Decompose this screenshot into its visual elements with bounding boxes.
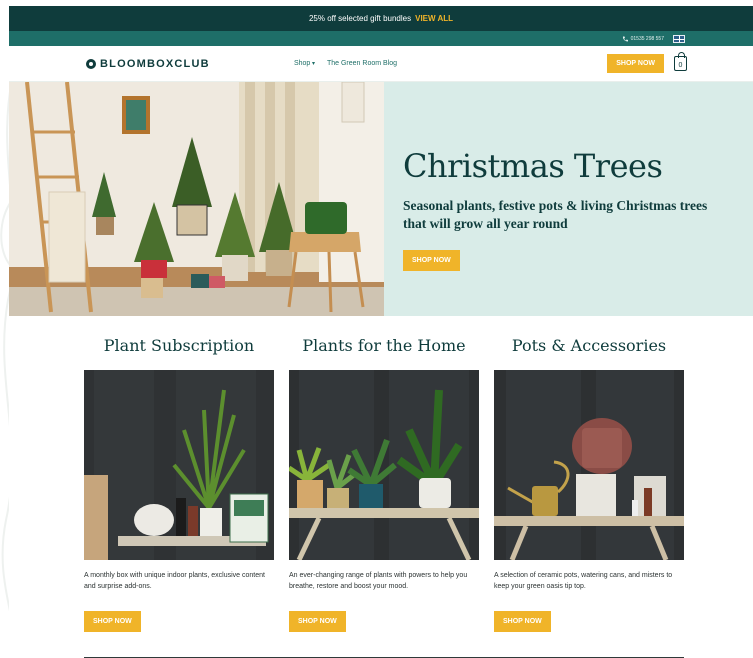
logo-mark-icon xyxy=(86,58,96,69)
uk-flag-icon[interactable] xyxy=(673,34,685,43)
category-description: An ever-changing range of plants with po… xyxy=(289,572,468,590)
phone-number[interactable]: 01535 298 557 xyxy=(622,36,664,42)
hero-content: Christmas Trees Seasonal plants, festive… xyxy=(403,147,723,272)
shopping-bag-icon[interactable]: 0 xyxy=(674,52,687,71)
view-all-link[interactable]: VIEW ALL xyxy=(415,14,453,23)
announcement-bar: 25% off selected gift bundles VIEW ALL xyxy=(9,6,753,31)
site-logo[interactable]: BLOOMBOXCLUB xyxy=(86,58,210,70)
plant-subscription-shop-now-button[interactable]: SHOP NOW xyxy=(84,611,141,632)
christmas-scene-image xyxy=(9,82,384,316)
chevron-down-icon: ▾ xyxy=(310,61,315,67)
utility-bar: 01535 298 557 xyxy=(9,31,753,46)
cart-count: 0 xyxy=(678,62,683,69)
category-title[interactable]: Plant Subscription xyxy=(84,336,274,356)
category-description: A monthly box with unique indoor plants,… xyxy=(84,572,265,590)
plant-subscription-photo xyxy=(84,370,274,560)
phone-icon xyxy=(622,36,628,41)
hero-banner: Christmas Trees Seasonal plants, festive… xyxy=(9,82,753,316)
christmas-trees-photo xyxy=(9,82,384,316)
announcement-text: 25% off selected gift bundles xyxy=(308,14,412,23)
category-card-plants-for-home: Plants for the Home An ever-changing ran… xyxy=(289,336,479,632)
logo-text: BLOOMBOXCLUB xyxy=(100,57,210,70)
plants-for-home-shop-now-button[interactable]: SHOP NOW xyxy=(289,611,346,632)
category-description: A selection of ceramic pots, watering ca… xyxy=(494,572,673,590)
nav-shop-label: Shop xyxy=(293,60,311,67)
hero-subtitle: Seasonal plants, festive pots & living C… xyxy=(403,197,708,231)
nav-shop-link[interactable]: Shop ▾ xyxy=(294,60,315,67)
webpage: 25% off selected gift bundles VIEW ALL 0… xyxy=(9,6,753,658)
plant-subscription-image[interactable] xyxy=(84,370,274,560)
hero-title: Christmas Trees xyxy=(403,147,663,185)
phone-number-text: 01535 298 557 xyxy=(630,35,664,42)
category-card-plant-subscription: Plant Subscription A monthly box with un… xyxy=(84,336,274,632)
category-title[interactable]: Plants for the Home xyxy=(289,336,479,356)
nav-links: Shop ▾ The Green Room Blog xyxy=(294,60,397,67)
shop-now-button[interactable]: SHOP NOW xyxy=(607,54,664,73)
category-section: Plant Subscription A monthly box with un… xyxy=(9,336,753,658)
hero-shop-now-button[interactable]: SHOP NOW xyxy=(403,250,460,272)
pots-accessories-photo xyxy=(494,370,684,560)
plants-for-home-photo xyxy=(289,370,479,560)
category-title[interactable]: Pots & Accessories xyxy=(494,336,684,356)
main-navigation: BLOOMBOXCLUB Shop ▾ The Green Room Blog … xyxy=(9,46,753,82)
pots-accessories-shop-now-button[interactable]: SHOP NOW xyxy=(494,611,551,632)
nav-blog-link[interactable]: The Green Room Blog xyxy=(327,60,397,67)
nav-actions: SHOP NOW 0 xyxy=(607,52,687,73)
pots-accessories-image[interactable] xyxy=(494,370,684,560)
category-grid: Plant Subscription A monthly box with un… xyxy=(84,336,684,646)
category-card-pots-accessories: Pots & Accessories A selection of cerami… xyxy=(494,336,684,632)
plants-for-home-image[interactable] xyxy=(289,370,479,560)
